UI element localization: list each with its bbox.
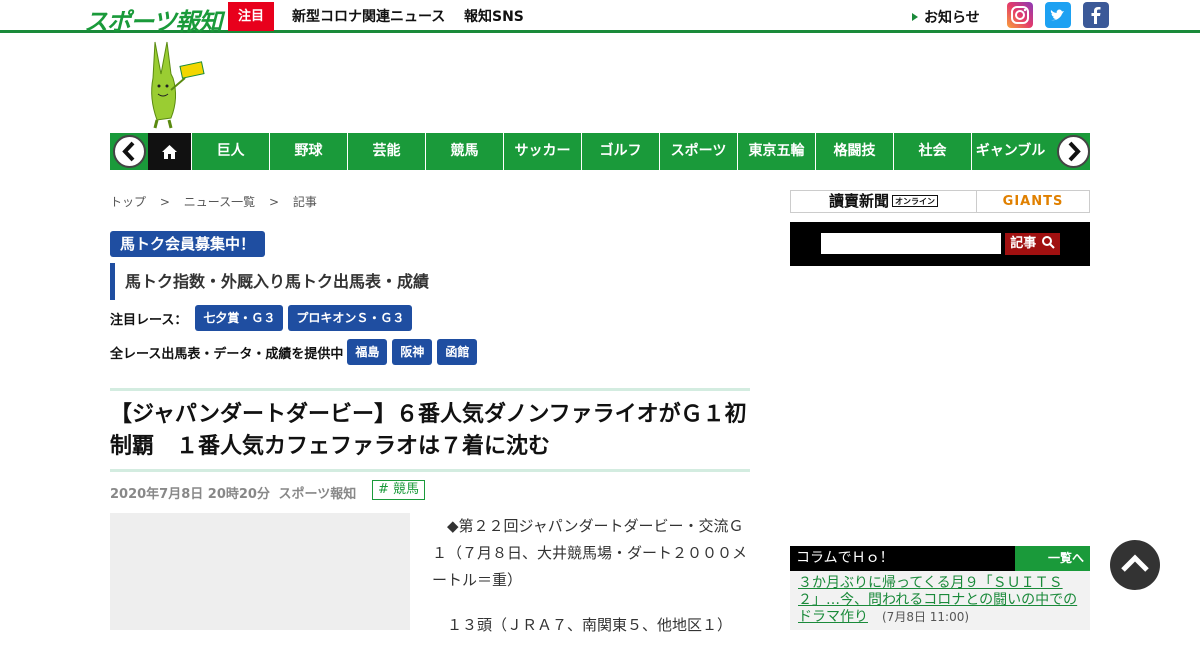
race-chip-tanabata[interactable]: 七夕賞・Ｇ３ [195,305,284,331]
nav-item-sports[interactable]: スポーツ [659,133,737,170]
search-button[interactable]: 記事 [1005,233,1060,255]
chevron-up-icon [1121,554,1149,572]
triangle-icon [912,13,918,21]
nav-item-golf[interactable]: ゴルフ [581,133,659,170]
chumoku-label: 注目 [228,2,274,31]
column-more-link[interactable]: 一覧へ [1015,546,1090,571]
column-list-item: ３か月ぶりに帰ってくる月９「ＳＵＩＴＳ２」…今、問われるコロナとの闘いの中でのド… [790,571,1090,630]
nav-item-yakyu[interactable]: 野球 [269,133,347,170]
hochi-sns-link[interactable]: 報知SNS [464,6,524,26]
nav-item-kyojin[interactable]: 巨人 [191,133,269,170]
article-headline: 【ジャパンダートダービー】６番人気ダノンファライオがＧ１初制覇 １番人気カフェフ… [110,402,747,459]
search-icon [1041,236,1055,249]
nav-home-button[interactable] [148,133,191,170]
breadcrumb: トップ > ニュース一覧 > 記事 [110,193,327,210]
site-logo[interactable]: スポーツ報知 [84,2,223,36]
giants-link[interactable]: GIANTS [977,191,1089,212]
search-input[interactable] [821,233,1001,254]
article-meta: 2020年7月8日 20時20分 スポーツ報知 [110,483,356,502]
headline-box: 【ジャパンダートダービー】６番人気ダノンファライオがＧ１初制覇 １番人気カフェフ… [110,388,750,472]
nav-item-shakai[interactable]: 社会 [893,133,971,170]
article-date: 2020年7月8日 20時20分 [110,487,270,502]
article-photo [110,513,410,630]
corona-news-link[interactable]: 新型コロナ関連ニュース [292,6,445,26]
facebook-icon[interactable] [1083,2,1109,28]
venue-chip-hanshin[interactable]: 阪神 [392,339,433,365]
column-item-date: (7月8日 11:00) [882,610,970,624]
chevron-right-icon [1057,135,1090,168]
top-bar: スポーツ報知 注目 新型コロナ関連ニュース 報知SNS お知らせ [0,0,1200,36]
nav-item-geino[interactable]: 芸能 [347,133,425,170]
back-to-top-button[interactable] [1110,540,1160,590]
nav-item-gamble[interactable]: ギャンブル [971,133,1049,170]
breadcrumb-top[interactable]: トップ [110,195,146,209]
venue-chip-fukushima[interactable]: 福島 [347,339,388,365]
column-section-title: コラムでＨｏ！ [796,550,894,566]
breadcrumb-separator: > [268,195,280,209]
umatoku-subtitle[interactable]: 馬トク指数・外厩入り馬トク出馬表・成績 [110,263,429,300]
article-tag[interactable]: # 競馬 [372,480,426,500]
nav-item-soccer[interactable]: サッカー [503,133,581,170]
instagram-icon[interactable] [1007,2,1033,28]
featured-races-row: 注目レース： 七夕賞・Ｇ３ プロキオンＳ・Ｇ３ [110,305,417,331]
column-section-header: コラムでＨｏ！ 一覧へ [790,546,1090,571]
featured-races-label: 注目レース： [110,312,188,328]
nav-items: 巨人 野球 芸能 競馬 サッカー ゴルフ スポーツ 東京五輪 格闘技 社会 ギャ… [191,133,1049,170]
yomiuri-online-badge: オンライン [892,195,938,207]
category-nav: 巨人 野球 芸能 競馬 サッカー ゴルフ スポーツ 東京五輪 格闘技 社会 ギャ… [110,133,1090,170]
notice-link[interactable]: お知らせ [912,7,980,27]
nav-item-tokyo-olympics[interactable]: 東京五輪 [737,133,815,170]
yomiuri-giants-banner: 讀賣新聞 オンライン GIANTS [790,190,1090,213]
article-paragraph: １３頭（ＪＲＡ７、南関東５、他地区１） [447,616,733,634]
yomiuri-online-link[interactable]: 讀賣新聞 オンライン [791,191,977,212]
yomiuri-label: 讀賣新聞 [828,192,889,210]
notice-label: お知らせ [924,10,980,26]
nav-item-kakutogi[interactable]: 格闘技 [815,133,893,170]
twitter-icon[interactable] [1045,2,1071,28]
umatoku-badge[interactable]: 馬トク会員募集中！ [110,231,266,257]
venues-row: 全レース出馬表・データ・成績を提供中 福島 阪神 函館 [110,339,482,365]
breadcrumb-separator: > [159,195,170,209]
race-chip-procyon[interactable]: プロキオンＳ・Ｇ３ [288,305,413,331]
chevron-left-icon [113,135,146,168]
all-races-label: 全レース出馬表・データ・成績を提供中 [110,346,344,362]
article-body: ◆第２２回ジャパンダートダービー・交流Ｇ１（７月８日、大井競馬場・ダート２０００… [432,513,750,657]
article-source: スポーツ報知 [278,487,357,502]
venue-chip-hakodate[interactable]: 函館 [437,339,478,365]
article-paragraph: ◆第２２回ジャパンダートダービー・交流Ｇ１（７月８日、大井競馬場・ダート２０００… [432,517,748,589]
nav-item-keiba[interactable]: 競馬 [425,133,503,170]
search-box: 記事 [790,222,1090,266]
nav-prev-button[interactable] [110,133,148,170]
breadcrumb-news-list[interactable]: ニュース一覧 [184,195,255,209]
home-icon [162,145,177,159]
nav-next-button[interactable] [1054,133,1090,170]
mascot-illustration [145,38,205,130]
search-button-label: 記事 [1010,236,1037,251]
breadcrumb-article: 記事 [292,195,317,209]
